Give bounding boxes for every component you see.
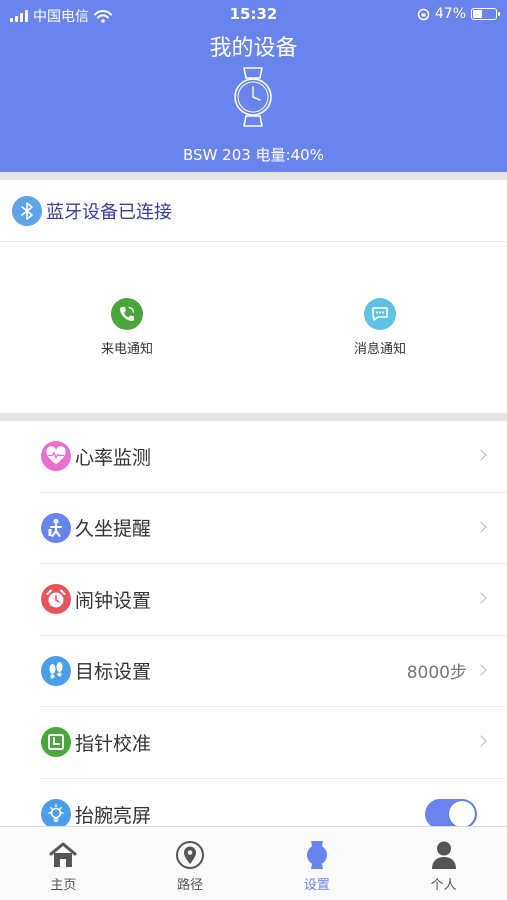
setting-heart-rate[interactable]: 心率监测: [40, 421, 507, 493]
settings-list: 心率监测 久坐提醒 闹钟设置 目标设置 8000步 指针校准 抬腕亮屏: [0, 421, 507, 850]
setting-alarm[interactable]: 闹钟设置: [40, 564, 507, 636]
tab-label: 主页: [50, 878, 77, 893]
setting-hand-calibration[interactable]: 指针校准: [40, 707, 507, 779]
location-pin-icon: [174, 839, 206, 871]
setting-label: 闹钟设置: [75, 589, 152, 612]
calibrate-icon: [41, 727, 71, 758]
footprint-icon: [41, 655, 71, 686]
tab-home[interactable]: 主页: [0, 827, 127, 900]
divider: [0, 413, 507, 421]
tab-profile[interactable]: 个人: [380, 827, 507, 900]
setting-label: 目标设置: [75, 661, 152, 684]
status-bar: 中国电信 15:32 47%: [0, 0, 507, 30]
sedentary-icon: [41, 512, 71, 543]
tab-label: 个人: [430, 878, 457, 893]
setting-label: 指针校准: [75, 732, 152, 755]
message-notification-label: 消息通知: [353, 342, 406, 357]
watch-icon: [234, 67, 272, 127]
setting-sedentary-reminder[interactable]: 久坐提醒: [40, 493, 507, 564]
person-icon: [428, 839, 460, 871]
bluetooth-status-row[interactable]: 蓝牙设备已连接: [0, 180, 507, 242]
bluetooth-icon: [12, 195, 42, 226]
bluetooth-status-label: 蓝牙设备已连接: [46, 201, 172, 223]
call-notification-label: 来电通知: [100, 342, 153, 357]
setting-label: 心率监测: [75, 446, 152, 469]
watch-icon: [301, 839, 333, 871]
phone-icon: [111, 298, 143, 330]
chevron-right-icon: [475, 592, 487, 604]
chevron-right-icon: [475, 735, 487, 747]
device-info: BSW 203 电量:40%: [183, 146, 324, 164]
chevron-right-icon: [475, 521, 487, 533]
message-icon: [364, 298, 396, 330]
chevron-right-icon: [475, 449, 487, 461]
tab-label: 路径: [177, 878, 204, 893]
tab-bar: 主页 路径 设置 个人: [0, 826, 507, 900]
battery-icon: [471, 8, 500, 20]
setting-label: 抬腕亮屏: [75, 804, 152, 827]
tab-label: 设置: [303, 878, 330, 893]
call-notification-button[interactable]: 来电通知: [67, 298, 187, 357]
alarm-clock-icon: [41, 584, 71, 615]
battery-percent: 47%: [434, 6, 466, 22]
chevron-right-icon: [475, 664, 487, 676]
tab-settings[interactable]: 设置: [254, 827, 381, 900]
tab-route[interactable]: 路径: [127, 827, 254, 900]
setting-label: 久坐提醒: [75, 518, 152, 541]
raise-to-wake-toggle[interactable]: [425, 799, 477, 830]
bulb-icon: [41, 799, 71, 830]
heart-rate-icon: [41, 441, 71, 472]
orientation-lock-icon: [417, 8, 430, 20]
setting-goal[interactable]: 目标设置 8000步: [40, 636, 507, 707]
header: 中国电信 15:32 47% 我的设备 BSW 203 电量:40%: [0, 0, 507, 172]
goal-value: 8000步: [406, 663, 467, 684]
message-notification-button[interactable]: 消息通知: [320, 298, 440, 357]
divider: [0, 172, 507, 180]
page-title: 我的设备: [209, 36, 298, 61]
home-icon: [47, 839, 79, 871]
